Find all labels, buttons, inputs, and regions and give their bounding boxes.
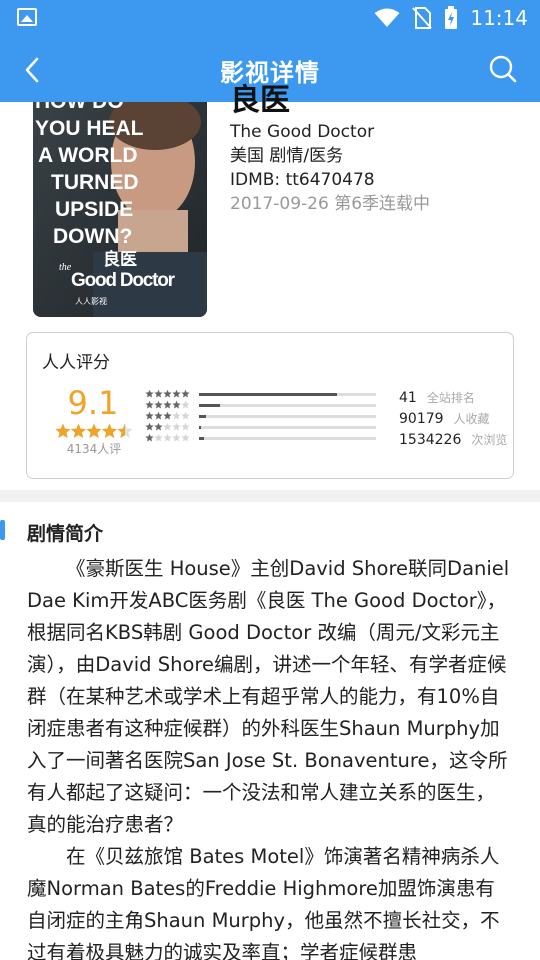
distribution-bar-track — [199, 426, 376, 429]
distribution-bar-track — [199, 404, 376, 407]
mini-star — [145, 422, 154, 431]
distribution-bar-fill — [199, 426, 201, 429]
section-accent-bar — [0, 520, 5, 540]
section-divider — [0, 490, 540, 502]
show-date-status: 2017-09-26 第6季连载中 — [230, 194, 431, 214]
star-filled-icon — [70, 423, 87, 438]
synopsis-text: 《豪斯医生 House》主创David Shore联同Daniel Dae Ki… — [27, 553, 513, 960]
poster-text-line: HOW DO — [35, 102, 124, 113]
search-icon — [489, 55, 517, 83]
status-icons: 11:14 — [374, 5, 528, 31]
mini-star — [145, 411, 154, 420]
poster-title-cn: 良医 — [103, 249, 137, 270]
mini-stars-icon — [145, 400, 190, 409]
mini-star — [163, 433, 172, 442]
synopsis-paragraph: 《豪斯医生 House》主创David Shore联同Daniel Dae Ki… — [27, 557, 510, 836]
status-bar: 11:14 — [0, 0, 540, 36]
distribution-bar-track — [199, 393, 376, 396]
stat-value: 90179 — [399, 411, 444, 427]
search-button[interactable] — [488, 54, 518, 84]
mini-star — [145, 433, 154, 442]
distribution-bar-fill — [199, 437, 205, 440]
distribution-bar-fill — [199, 404, 221, 407]
rating-distribution — [145, 389, 385, 444]
poster-text-line: YOU HEAL — [35, 117, 144, 140]
battery-charging-icon — [445, 6, 458, 29]
rating-score: 9.1 — [67, 384, 119, 422]
poster-title-the: the — [59, 262, 72, 273]
mini-star — [154, 411, 163, 420]
mini-star — [172, 433, 181, 442]
mini-star — [172, 400, 181, 409]
mini-stars-icon — [145, 422, 190, 431]
distribution-row — [145, 433, 385, 445]
poster-text-line: DOWN? — [53, 225, 132, 248]
poster-brand: 人人影视 — [75, 296, 107, 306]
mini-star — [163, 422, 172, 431]
mini-star — [181, 433, 190, 442]
mini-star — [154, 422, 163, 431]
mini-star — [154, 400, 163, 409]
mini-star — [172, 389, 181, 398]
mini-star — [145, 400, 154, 409]
poster-text-line: UPSIDE — [55, 198, 133, 221]
stat-value: 41 — [399, 390, 417, 406]
mini-star — [172, 411, 181, 420]
poster-text-line: A WORLD — [38, 144, 138, 167]
status-time: 11:14 — [470, 6, 528, 30]
stat-row: 1534226 次浏览 — [399, 431, 514, 452]
mini-star — [181, 389, 190, 398]
mini-star — [163, 400, 172, 409]
wifi-icon — [374, 8, 400, 27]
mini-star — [181, 422, 190, 431]
mini-stars-icon — [145, 411, 190, 420]
star-filled-icon — [101, 423, 118, 438]
show-imdb: IDMB: tt6470478 — [230, 170, 375, 190]
mini-star — [163, 389, 172, 398]
show-title: 良医 — [230, 83, 290, 118]
mini-star — [154, 389, 163, 398]
show-english-title: The Good Doctor — [230, 122, 375, 142]
stat-row: 90179 人收藏 — [399, 410, 514, 431]
mini-star — [154, 433, 163, 442]
gallery-notification-icon — [17, 8, 37, 26]
rating-stars — [55, 423, 133, 438]
star-filled-icon — [55, 423, 71, 438]
rating-stats: 41 全站排名 90179 人收藏 1534226 次浏览 — [399, 389, 514, 452]
no-sim-icon — [412, 7, 433, 29]
poster-image[interactable]: HOW DO YOU HEAL A WORLD TURNED UPSIDE DO… — [33, 102, 207, 317]
rating-count: 4134人评 — [66, 442, 122, 456]
mini-star — [163, 411, 172, 420]
stat-label: 次浏览 — [471, 433, 508, 447]
mini-star — [181, 400, 190, 409]
mini-stars-icon — [145, 389, 190, 398]
rating-card: 人人评分 9.1 4134人评 41 全站排名 90179 人收藏 1534226 次浏览 — [26, 332, 514, 479]
mini-star — [181, 411, 190, 420]
synopsis-title: 剧情简介 — [27, 523, 104, 545]
stat-label: 人收藏 — [453, 412, 490, 426]
distribution-bar-track — [199, 415, 376, 418]
stat-row: 41 全站排名 — [399, 389, 514, 410]
star-filled-icon — [86, 423, 102, 438]
show-region-genre: 美国 剧情/医务 — [230, 146, 344, 166]
mini-star — [145, 389, 154, 398]
show-info: 良医 The Good Doctor 美国 剧情/医务 IDMB: tt6470… — [230, 86, 530, 216]
rating-label: 人人评分 — [42, 353, 110, 373]
distribution-bar-fill — [199, 415, 207, 418]
distribution-bar-track — [199, 437, 376, 440]
synopsis-paragraph: 在《贝兹旅馆 Bates Motel》饰演著名精神病杀人魔Norman Bate… — [27, 845, 500, 960]
poster-title-en: Good Doctor — [71, 270, 176, 291]
distribution-bar-fill — [199, 393, 338, 396]
mini-star — [172, 422, 181, 431]
poster-text-line: TURNED — [51, 171, 139, 194]
mini-stars-icon — [145, 433, 190, 442]
stat-label: 全站排名 — [426, 391, 475, 405]
stat-value: 1534226 — [399, 432, 462, 448]
